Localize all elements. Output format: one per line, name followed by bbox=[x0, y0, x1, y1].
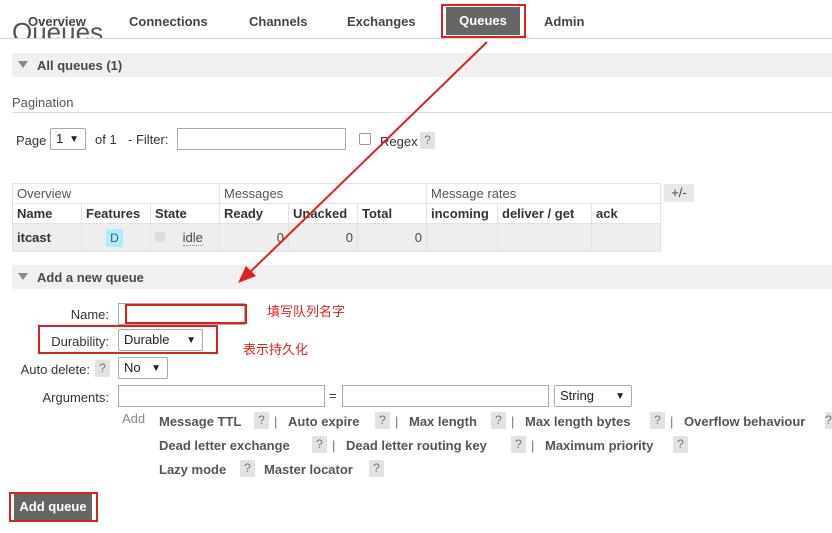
annotation-arrow bbox=[238, 41, 488, 283]
